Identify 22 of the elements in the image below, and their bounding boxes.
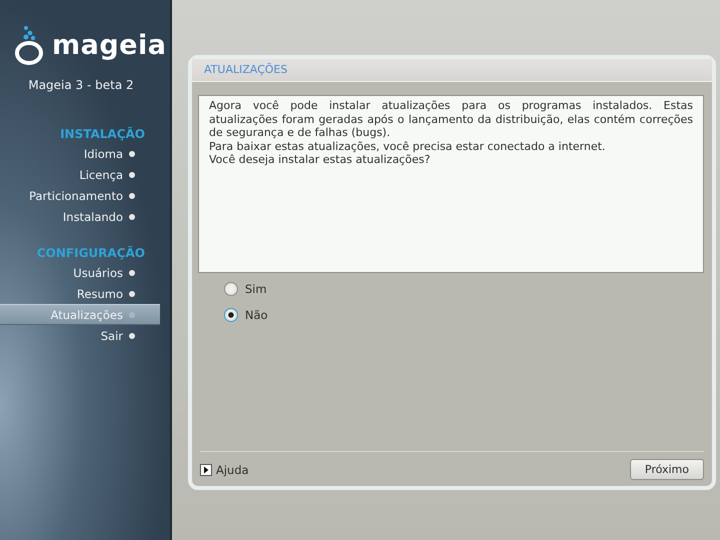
help-toggle[interactable]: Ajuda (200, 462, 249, 476)
step-item: Licença (0, 164, 160, 185)
panel-title: ATUALIZAÇÕES (192, 59, 712, 82)
step-item: Usuários (0, 262, 160, 283)
step-item: Instalando (0, 206, 160, 227)
next-button[interactable]: Próximo (630, 459, 704, 480)
step-item: Resumo (0, 283, 160, 304)
message-text: Para baixar estas atualizações, você precisa estar conectado a internet. (209, 140, 606, 153)
step-item: Idioma (0, 143, 160, 164)
version-label: Mageia 3 - beta 2 (27, 78, 135, 92)
logo-text: mageia (52, 32, 166, 58)
step-item: Atualizações (0, 304, 160, 325)
section-title: INSTALAÇÃO (59, 127, 146, 141)
step-item: Sair (0, 325, 160, 346)
option-label: Não (245, 308, 268, 322)
message-text: Agora você pode instalar atualizações para os programas instalados. Estas atualizações foram geradas após o lançamento da distribuição, elas contém correções de segurança e de falhas (bugs). (209, 99, 693, 140)
section-title: CONFIGURAÇÃO (36, 246, 146, 260)
message-text: Você deseja instalar estas atualizações? (209, 153, 432, 166)
radio-option[interactable]: Não (224, 308, 712, 322)
step-item: Particionamento (0, 185, 160, 206)
option-label: Sim (245, 282, 267, 296)
radio-option[interactable]: Sim (224, 282, 712, 296)
